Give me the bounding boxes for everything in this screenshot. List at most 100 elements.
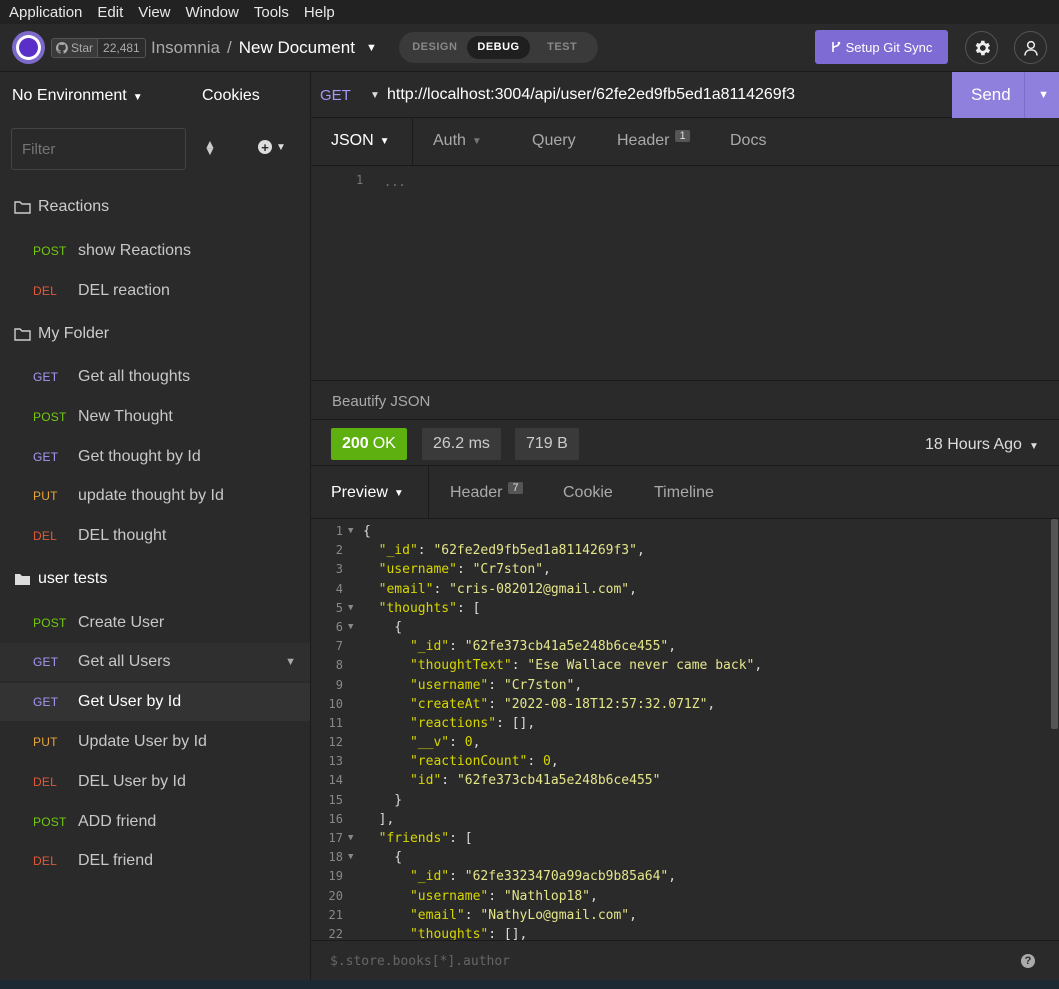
window-bottom-edge (0, 980, 1059, 989)
line-number: 15 (328, 792, 343, 807)
sidebar-item-label: Get User by Id (78, 693, 182, 710)
code-text: { (363, 524, 371, 539)
chevron-down-icon: ▼ (471, 135, 482, 147)
method-badge: DEL (33, 529, 57, 543)
menu-window[interactable]: Window (186, 4, 239, 21)
sidebar-item-label: DEL friend (78, 852, 153, 869)
tab-docs[interactable]: Docs (730, 132, 766, 150)
code-text: { (363, 619, 403, 635)
code-text: "email": "NathyLo@gmail.com", (409, 907, 637, 923)
url-input[interactable]: http://localhost:3004/api/user/62fe2ed9f… (387, 86, 795, 104)
folder-my-folder[interactable]: My Folder (14, 323, 109, 345)
sidebar-item-label: Get thought by Id (78, 448, 201, 465)
sidebar-item-get-all-thoughts[interactable]: GET Get all thoughts (0, 358, 310, 396)
folder-reactions[interactable]: Reactions (14, 196, 109, 218)
chevron-down-icon[interactable]: ▼ (1038, 89, 1049, 101)
account-button[interactable] (1014, 31, 1047, 64)
sidebar-item-del-user-by-id[interactable]: DEL DEL User by Id (0, 763, 310, 801)
tab-json-body[interactable]: JSON ▼ (331, 132, 390, 150)
line-number: 8 (335, 658, 343, 673)
sidebar-item-del-friend[interactable]: DEL DEL friend (0, 842, 310, 880)
code-text: "__v": 0, (409, 735, 481, 751)
sidebar-item-create-user[interactable]: POST Create User (0, 604, 310, 642)
folder-label: user tests (38, 570, 108, 587)
insomnia-logo-icon[interactable] (12, 31, 45, 64)
github-star-button[interactable]: Star 22,481 (51, 38, 146, 58)
code-text: "thoughts": [], (409, 926, 528, 940)
sidebar-item-del-thought[interactable]: DEL DEL thought (0, 517, 310, 555)
help-icon[interactable]: ? (1021, 954, 1035, 968)
fold-arrow-icon[interactable]: ▼ (348, 829, 353, 848)
status-code: 200 (342, 435, 369, 452)
menu-help[interactable]: Help (304, 4, 335, 21)
menu-tools[interactable]: Tools (254, 4, 289, 21)
line-number: 5 (335, 600, 343, 615)
code-text: "_id": "62fe373cb41a5e248b6ce455", (409, 639, 677, 655)
sidebar-filter-input[interactable] (11, 128, 186, 170)
chevron-down-icon: ▼ (132, 92, 143, 103)
fold-arrow-icon[interactable]: ▼ (348, 848, 353, 867)
menu-view[interactable]: View (138, 4, 170, 21)
sidebar-item-update-thought-by-id[interactable]: PUT update thought by Id (0, 477, 310, 515)
sidebar-item-del-reaction[interactable]: DEL DEL reaction (0, 272, 310, 310)
method-selector[interactable]: GET (320, 87, 351, 104)
mode-design[interactable]: DESIGN (403, 36, 467, 59)
tab-timeline[interactable]: Timeline (654, 484, 714, 502)
tab-auth[interactable]: Auth ▼ (433, 132, 482, 150)
fold-arrow-icon[interactable]: ▼ (348, 599, 353, 618)
cookies-button[interactable]: Cookies (202, 87, 260, 105)
add-request-button[interactable]: + ▼ (258, 140, 286, 154)
send-button[interactable]: Send ▼ (952, 72, 1059, 118)
response-scrollbar[interactable] (1050, 519, 1059, 940)
tab-cookie[interactable]: Cookie (563, 484, 613, 502)
tab-response-header[interactable]: Header 7 (450, 482, 523, 502)
menu-application[interactable]: Application (9, 4, 82, 21)
method-badge: DEL (33, 775, 57, 789)
fold-arrow-icon[interactable]: ▼ (348, 618, 353, 637)
sidebar-item-new-thought[interactable]: POST New Thought (0, 398, 310, 436)
mode-debug[interactable]: DEBUG (466, 36, 531, 59)
code-text: "_id": "62fe3323470a99acb9b85a64", (409, 869, 677, 885)
mode-test[interactable]: TEST (530, 36, 594, 59)
method-badge: POST (33, 815, 67, 829)
line-number: 21 (328, 907, 343, 922)
sort-icon[interactable]: ▲ ▼ (204, 138, 216, 157)
breadcrumb-document[interactable]: New Document (239, 38, 355, 58)
settings-button[interactable] (965, 31, 998, 64)
request-body-editor[interactable]: 1 ... (311, 166, 1059, 380)
tab-label: Header (450, 484, 503, 501)
response-filter-input[interactable]: $.store.books[*].author (330, 954, 510, 969)
chevron-down-icon[interactable]: ▼ (366, 42, 377, 54)
sidebar-item-update-user-by-id[interactable]: PUT Update User by Id (0, 723, 310, 761)
chevron-down-icon[interactable]: ▼ (285, 656, 296, 668)
folder-label: My Folder (38, 325, 110, 342)
tab-header[interactable]: Header 1 (617, 130, 690, 150)
environment-selector[interactable]: No Environment ▼ (12, 87, 143, 105)
github-icon (56, 42, 68, 54)
tab-query[interactable]: Query (532, 132, 576, 150)
sidebar-item-get-all-users[interactable]: GET Get all Users ▼ (0, 643, 310, 681)
setup-git-sync-button[interactable]: Setup Git Sync (815, 30, 948, 64)
beautify-bar: Beautify JSON (311, 380, 1059, 420)
line-number: 14 (328, 773, 343, 788)
line-number: 16 (328, 811, 343, 826)
sidebar-item-add-friend[interactable]: POST ADD friend (0, 803, 310, 841)
code-text: "thoughts": [ (378, 600, 481, 616)
scrollbar-thumb[interactable] (1051, 519, 1058, 729)
tab-preview[interactable]: Preview ▼ (331, 484, 404, 502)
response-history-dropdown[interactable]: 18 Hours Ago ▼ (925, 436, 1039, 454)
sidebar-item-label: DEL reaction (78, 282, 170, 299)
menu-edit[interactable]: Edit (97, 4, 123, 21)
beautify-json-button[interactable]: Beautify JSON (332, 393, 430, 410)
breadcrumb-workspace[interactable]: Insomnia (151, 38, 220, 58)
folder-user-tests[interactable]: user tests (14, 568, 107, 590)
sidebar-item-get-thought-by-id[interactable]: GET Get thought by Id (0, 438, 310, 476)
response-body-viewer[interactable]: 1 ▼ { 2 "_id": "62fe2ed9fb5ed1a8114269f3",… (311, 519, 1059, 940)
response-age: 18 Hours Ago (925, 436, 1022, 453)
line-number: 22 (328, 926, 343, 940)
fold-arrow-icon[interactable]: ▼ (348, 522, 353, 541)
line-number: 17 (328, 831, 343, 845)
sidebar-item-show-reactions[interactable]: POST show Reactions (0, 232, 310, 270)
sidebar-item-get-user-by-id[interactable]: GET Get User by Id (0, 683, 310, 721)
chevron-down-icon[interactable]: ▼ (370, 90, 380, 101)
